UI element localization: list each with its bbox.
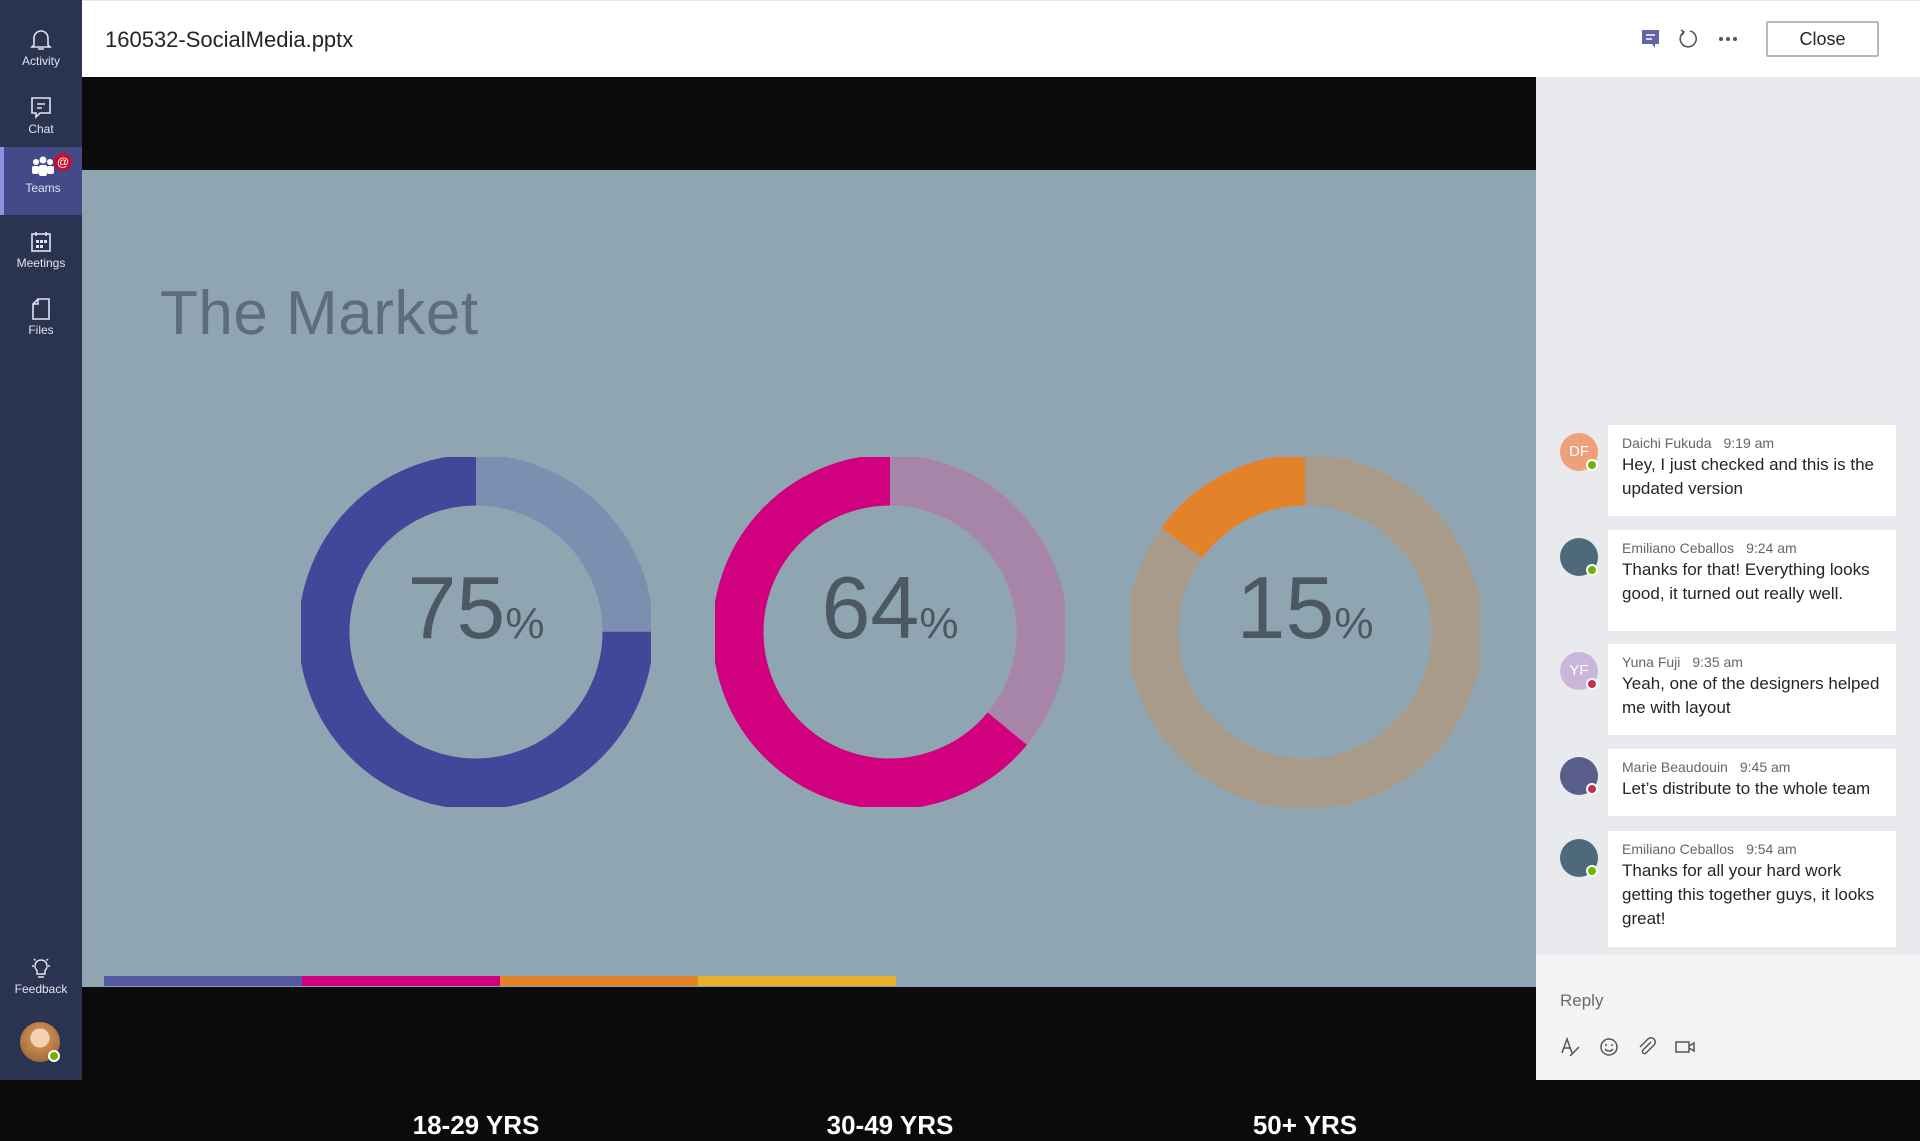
conversation-panel: DF Daichi Fukuda 9:19 am Hey, I just checke… — [1536, 77, 1920, 1080]
chat-message: Marie Beaudouin 9:45 am Let’s distribute t… — [1608, 749, 1896, 816]
chat-message: Daichi Fukuda 9:19 am Hey, I just checked … — [1608, 425, 1896, 516]
message-time: 9:19 am — [1723, 435, 1775, 451]
reply-box[interactable]: Reply — [1536, 955, 1920, 1080]
rail-label: Chat — [28, 122, 54, 136]
message-author: Emiliano Ceballos — [1622, 540, 1735, 556]
avatar[interactable] — [1560, 538, 1598, 576]
emoji-icon[interactable] — [1598, 1036, 1620, 1058]
donut-label: 30-49 YRS — [826, 1110, 954, 1140]
presence-available-icon — [1586, 865, 1598, 877]
avatar[interactable]: DF — [1560, 433, 1598, 471]
donut-label: 18-29 YRS — [412, 1110, 540, 1140]
donut-chart: 15% 50+ YRS — [1127, 454, 1483, 1140]
presence-available-icon — [1586, 564, 1598, 576]
color-bar-segment — [500, 976, 698, 986]
rail-item-files[interactable]: Files — [0, 289, 82, 355]
rail-item-feedback[interactable]: Feedback — [0, 948, 82, 1014]
color-bar-segment — [302, 976, 500, 986]
refresh-icon[interactable] — [1676, 27, 1700, 51]
color-bar — [104, 976, 896, 986]
chat-message: Emiliano Ceballos 9:54 am Thanks for all y… — [1608, 831, 1896, 947]
file-icon — [32, 298, 50, 320]
rail-item-meetings[interactable]: Meetings — [0, 222, 82, 288]
avatar[interactable] — [1560, 839, 1598, 877]
close-button[interactable]: Close — [1766, 21, 1879, 57]
attach-icon[interactable] — [1636, 1036, 1658, 1058]
presence-busy-icon — [1586, 783, 1598, 795]
rail-label: Files — [28, 323, 54, 337]
rail-item-teams[interactable]: Teams @ — [0, 147, 82, 215]
message-time: 9:45 am — [1739, 759, 1791, 775]
reply-input[interactable]: Reply — [1560, 991, 1603, 1011]
rail-label: Teams — [25, 181, 61, 195]
chat-message: Yuna Fuji 9:35 am Yeah, one of the designe… — [1608, 644, 1896, 735]
slide-title: The Market — [160, 279, 479, 348]
calendar-icon — [31, 232, 51, 252]
bell-icon — [30, 30, 52, 50]
message-time: 9:24 am — [1746, 540, 1797, 556]
donut-percent: 64% — [821, 558, 959, 657]
app-rail: Activity Chat Teams @ Meetings Files Fee… — [0, 0, 82, 1080]
message-author: Marie Beaudouin — [1622, 759, 1728, 775]
chat-icon — [31, 97, 51, 119]
presence-busy-icon — [1586, 678, 1598, 690]
lightbulb-icon — [32, 958, 50, 978]
user-avatar[interactable] — [20, 1022, 60, 1062]
rail-label: Feedback — [14, 982, 68, 996]
donut-label: 50+ YRS — [1252, 1110, 1358, 1140]
rail-label: Meetings — [16, 256, 66, 270]
donut-percent: 15% — [1236, 558, 1374, 657]
rail-label: Activity — [21, 54, 60, 68]
message-author: Daichi Fukuda — [1622, 435, 1712, 451]
donut-percent: 75% — [407, 558, 545, 657]
conversation-icon[interactable] — [1639, 27, 1663, 51]
color-bar-segment — [698, 976, 896, 986]
message-text: Thanks for all your hard work getting th… — [1622, 861, 1875, 928]
mention-badge: @ — [54, 153, 72, 171]
viewer-header: 160532-SocialMedia.pptx Close — [82, 0, 1920, 77]
message-text: Let’s distribute to the whole team — [1622, 779, 1871, 798]
color-bar-segment — [104, 976, 302, 986]
chat-message: Emiliano Ceballos 9:24 am Thanks for that!… — [1608, 530, 1896, 631]
slide: The Market 75% 18-29 YRS 64% 30-49 YRS 1… — [82, 170, 1536, 1140]
donut-chart: 64% 30-49 YRS — [712, 454, 1068, 1140]
avatar[interactable]: YF — [1560, 652, 1598, 690]
message-time: 9:35 am — [1692, 654, 1743, 670]
teams-icon — [32, 156, 54, 176]
rail-item-activity[interactable]: Activity — [0, 20, 82, 86]
message-text: Hey, I just checked and this is the upda… — [1622, 455, 1874, 498]
message-time: 9:54 am — [1746, 841, 1797, 857]
presence-available-icon — [48, 1050, 60, 1062]
donut-chart: 75% 18-29 YRS — [298, 454, 654, 1140]
file-title: 160532-SocialMedia.pptx — [105, 27, 354, 52]
format-icon[interactable] — [1560, 1036, 1582, 1058]
presentation-viewer: The Market 75% 18-29 YRS 64% 30-49 YRS 1… — [82, 77, 1536, 1140]
more-options-icon[interactable] — [1716, 27, 1740, 51]
avatar[interactable] — [1560, 757, 1598, 795]
message-text: Thanks for that! Everything looks good, … — [1622, 560, 1870, 603]
presence-available-icon — [1586, 459, 1598, 471]
message-author: Emiliano Ceballos — [1622, 841, 1735, 857]
meet-now-icon[interactable] — [1674, 1036, 1696, 1058]
message-author: Yuna Fuji — [1622, 654, 1681, 670]
message-text: Yeah, one of the designers helped me wit… — [1622, 674, 1880, 717]
rail-item-chat[interactable]: Chat — [0, 88, 82, 154]
